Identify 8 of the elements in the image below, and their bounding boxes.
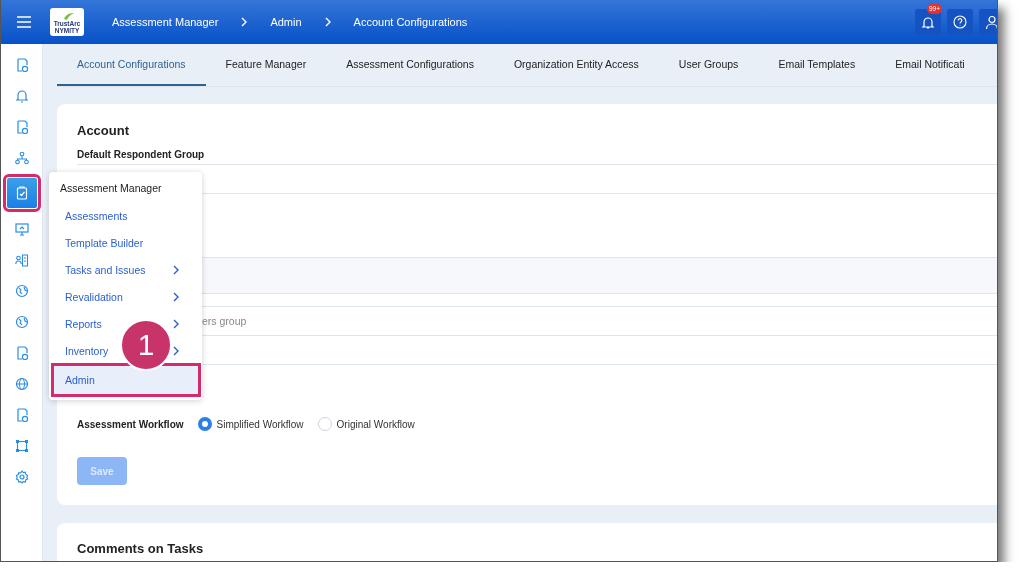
- section-title: Account: [77, 123, 130, 138]
- section-title: Comments on Tasks: [77, 541, 205, 556]
- field-label: Default Respondent Group: [77, 149, 206, 160]
- field-label: Assessment Workflow: [77, 418, 184, 430]
- menu-title: Assessment Manager: [60, 182, 163, 194]
- step-number: 1: [137, 328, 155, 362]
- radio-label: Simplified Workflow: [216, 418, 304, 430]
- radio-label: Original Workflow: [336, 418, 415, 430]
